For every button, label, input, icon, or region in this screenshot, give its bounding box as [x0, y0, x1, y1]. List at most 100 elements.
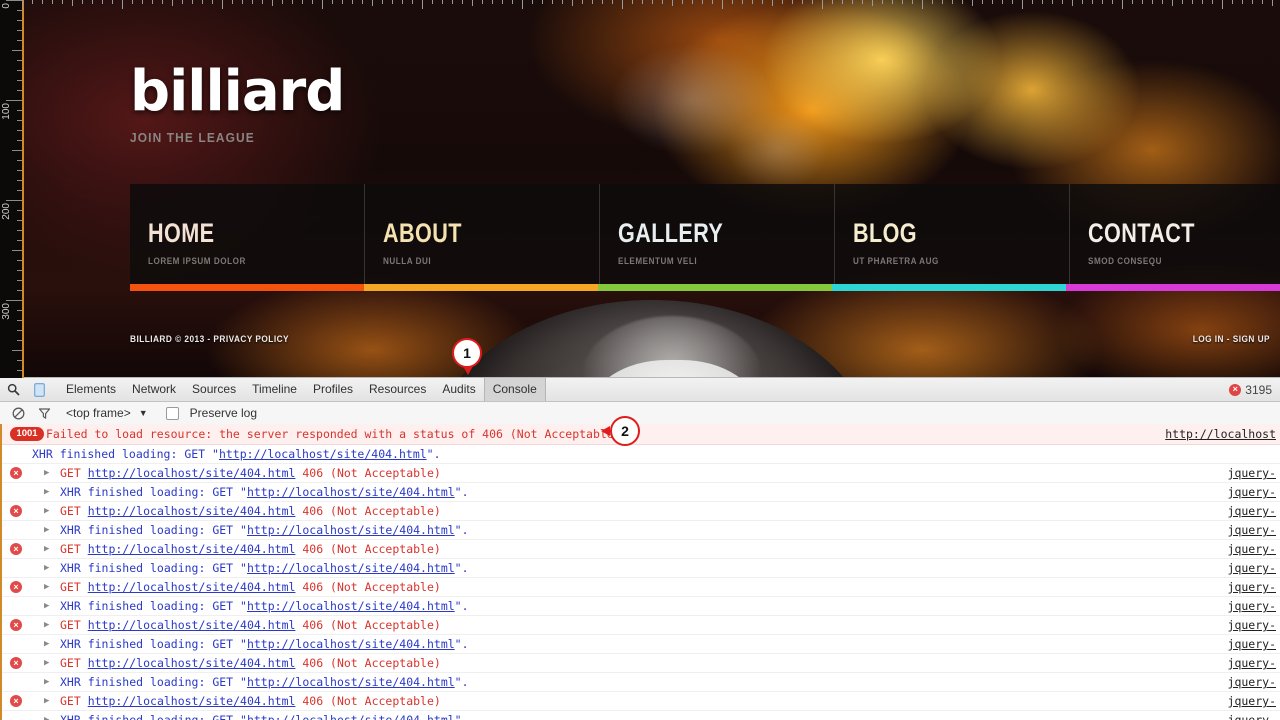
tab-timeline[interactable]: Timeline [244, 378, 305, 401]
console-source-link[interactable]: jquery- [1228, 464, 1276, 482]
console-message-text: GET http://localhost/site/404.html 406 (… [60, 580, 441, 594]
footer-copyright[interactable]: BILLIARD © 2013 - PRIVACY POLICY [130, 334, 289, 344]
chevron-down-icon[interactable]: ▼ [139, 408, 148, 418]
error-icon: × [10, 467, 22, 479]
expand-arrow-icon[interactable]: ▶ [44, 559, 49, 577]
main-navigation: HOME LOREM IPSUM DOLOR ABOUT NULLA DUI GALLE… [130, 184, 1280, 284]
expand-arrow-icon[interactable]: ▶ [44, 654, 49, 672]
ruler-tick [17, 260, 22, 261]
ruler-tick [17, 210, 22, 211]
expand-arrow-icon[interactable]: ▶ [44, 578, 49, 596]
console-xhr-row[interactable]: ▶ XHR finished loading: GET "http://local… [2, 597, 1280, 616]
expand-arrow-icon[interactable]: ▶ [44, 616, 49, 634]
console-message-text: GET http://localhost/site/404.html 406 (… [60, 694, 441, 708]
console-source-link[interactable]: jquery- [1228, 521, 1276, 539]
console-source-link[interactable]: jquery- [1228, 483, 1276, 501]
vertical-ruler: 0 100 200 300 [0, 0, 24, 378]
console-source-link[interactable]: jquery- [1228, 654, 1276, 672]
console-xhr-row[interactable]: ▶ XHR finished loading: GET "http://local… [2, 711, 1280, 720]
console-message-text: XHR finished loading: GET "http://localh… [60, 713, 469, 720]
tab-resources[interactable]: Resources [361, 378, 434, 401]
frame-selector[interactable]: <top frame> [66, 406, 131, 420]
ruler-tick [17, 370, 22, 371]
error-icon: × [10, 657, 22, 669]
console-source-link[interactable]: jquery- [1228, 711, 1276, 720]
console-message-text: GET http://localhost/site/404.html 406 (… [60, 466, 441, 480]
console-xhr-row[interactable]: ▶ XHR finished loading: GET "http://local… [2, 559, 1280, 578]
console-xhr-row[interactable]: ▶ XHR finished loading: GET "http://local… [2, 521, 1280, 540]
ruler-label: 200 [1, 203, 12, 220]
console-xhr-row[interactable]: ▶ XHR finished loading: GET "http://local… [2, 673, 1280, 692]
preserve-log-checkbox[interactable] [165, 406, 179, 420]
expand-arrow-icon[interactable]: ▶ [44, 483, 49, 501]
nav-item-label: HOME [148, 218, 215, 248]
error-count-indicator[interactable]: × 3195 [1229, 378, 1272, 401]
nav-item-about[interactable]: ABOUT NULLA DUI [365, 184, 600, 284]
smoke-wisp [582, 10, 862, 210]
ruler-tick [17, 310, 22, 311]
expand-arrow-icon[interactable]: ▶ [44, 635, 49, 653]
console-error-row[interactable]: × ▶ GET http://localhost/site/404.html 406… [2, 502, 1280, 521]
console-source-link[interactable]: http://localhost [1165, 424, 1276, 444]
tab-console[interactable]: Console [483, 378, 546, 401]
console-source-link[interactable]: jquery- [1228, 597, 1276, 615]
expand-arrow-icon[interactable]: ▶ [44, 502, 49, 520]
console-source-link[interactable]: jquery- [1228, 692, 1276, 710]
tab-sources[interactable]: Sources [184, 378, 244, 401]
console-message-text: XHR finished loading: GET "http://localh… [60, 561, 469, 575]
console-error-row[interactable]: × ▶ GET http://localhost/site/404.html 406… [2, 692, 1280, 711]
devtools-tabbar: Elements Network Sources Timeline Profiles Re… [0, 378, 1280, 402]
console-message-text: GET http://localhost/site/404.html 406 (… [60, 618, 441, 632]
ruler-tick [17, 170, 22, 171]
console-error-row[interactable]: × ▶ GET http://localhost/site/404.html 406… [2, 654, 1280, 673]
console-message-text: XHR finished loading: GET "http://localh… [60, 523, 469, 537]
expand-arrow-icon[interactable]: ▶ [44, 521, 49, 539]
tab-elements[interactable]: Elements [58, 378, 124, 401]
console-summary-row[interactable]: 1001 Failed to load resource: the server … [2, 424, 1280, 445]
expand-arrow-icon[interactable]: ▶ [44, 464, 49, 482]
footer-login-signup[interactable]: LOG IN - SIGN UP [1193, 334, 1270, 344]
console-source-link[interactable]: jquery- [1228, 616, 1276, 634]
console-error-row[interactable]: × ▶ GET http://localhost/site/404.html 406… [2, 616, 1280, 635]
nav-color-strip [130, 284, 1280, 291]
repeat-count-badge: 1001 [10, 427, 44, 441]
inspect-element-icon[interactable] [0, 378, 26, 401]
error-icon: × [10, 543, 22, 555]
console-error-row[interactable]: × ▶ GET http://localhost/site/404.html 406… [2, 578, 1280, 597]
expand-arrow-icon[interactable]: ▶ [44, 540, 49, 558]
clear-console-icon[interactable] [8, 403, 28, 423]
console-xhr-row[interactable]: XHR finished loading: GET "http://localh… [2, 445, 1280, 464]
nav-item-gallery[interactable]: GALLERY ELEMENTUM VELI [600, 184, 835, 284]
console-source-link[interactable]: jquery- [1228, 673, 1276, 691]
console-source-link[interactable]: jquery- [1228, 635, 1276, 653]
console-message-list[interactable]: 1001 Failed to load resource: the server … [0, 424, 1280, 720]
nav-color-segment-blog [832, 284, 1066, 291]
nav-item-blog[interactable]: BLOG UT PHARETRA AUG [835, 184, 1070, 284]
device-mode-icon[interactable] [26, 378, 52, 401]
expand-arrow-icon[interactable]: ▶ [44, 692, 49, 710]
console-source-link[interactable]: jquery- [1228, 540, 1276, 558]
ruler-tick [12, 150, 22, 151]
tab-audits[interactable]: Audits [434, 378, 483, 401]
ruler-tick [17, 320, 22, 321]
console-error-row[interactable]: × ▶ GET http://localhost/site/404.html 406… [2, 464, 1280, 483]
filter-icon[interactable] [34, 403, 54, 423]
nav-item-contact[interactable]: CONTACT SMOD CONSEQU [1070, 184, 1280, 284]
console-source-link[interactable]: jquery- [1228, 502, 1276, 520]
console-source-link[interactable]: jquery- [1228, 559, 1276, 577]
console-source-link[interactable]: jquery- [1228, 578, 1276, 596]
tab-network[interactable]: Network [124, 378, 184, 401]
nav-item-home[interactable]: HOME LOREM IPSUM DOLOR [130, 184, 365, 284]
annotation-pointer-2 [601, 426, 610, 436]
console-xhr-row[interactable]: ▶ XHR finished loading: GET "http://local… [2, 635, 1280, 654]
console-error-row[interactable]: × ▶ GET http://localhost/site/404.html 406… [2, 540, 1280, 559]
tab-profiles[interactable]: Profiles [305, 378, 361, 401]
console-xhr-row[interactable]: ▶ XHR finished loading: GET "http://local… [2, 483, 1280, 502]
expand-arrow-icon[interactable]: ▶ [44, 711, 49, 720]
preserve-log-label[interactable]: Preserve log [190, 406, 257, 420]
expand-arrow-icon[interactable]: ▶ [44, 673, 49, 691]
ruler-tick [6, 100, 22, 101]
console-message-text: GET http://localhost/site/404.html 406 (… [60, 656, 441, 670]
expand-arrow-icon[interactable]: ▶ [44, 597, 49, 615]
site-brand: billiard JOIN THE LEAGUE [130, 64, 345, 146]
